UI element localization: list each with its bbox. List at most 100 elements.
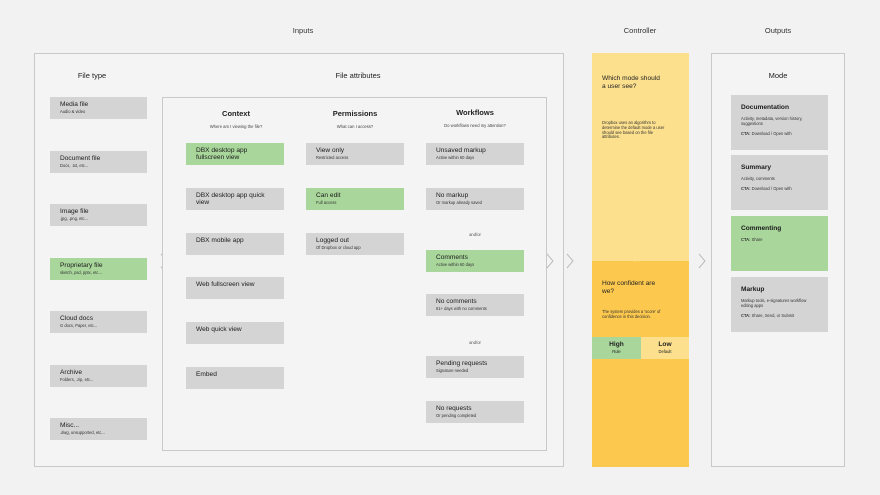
file-type-card-title: Proprietary file (60, 262, 103, 269)
workflow-card-title: Pending requests (436, 360, 488, 367)
mode-card-cta-label: CTA: (741, 186, 751, 191)
context-card-title: Web fullscreen view (196, 281, 255, 288)
permission-card-title: Can edit (316, 192, 341, 199)
workflow-card-title: No comments (436, 298, 477, 305)
permission-card-title: View only (316, 147, 345, 154)
permission-card-subtitle: Full access (316, 200, 337, 205)
mode-card-description: Markup tools, e-signatures workflow edit… (741, 298, 807, 308)
file-type-card-title: Misc... (60, 422, 80, 429)
mode-card-cta: CTA: Download / Open with (741, 131, 818, 136)
inputs-header: Inputs (292, 26, 314, 35)
context-card: DBX desktop app fullscreen view (186, 143, 284, 165)
workflow-card: Comments Active within 60 days (426, 250, 524, 272)
mode-card-cta: CTA: Share, Send, or Submit (741, 313, 818, 318)
mode-card-title: Summary (741, 164, 772, 171)
workflows-title: Workflows (456, 108, 494, 117)
workflow-card-subtitle: Active within 60 days (436, 262, 475, 267)
context-card-title: DBX desktop app quick view (196, 192, 265, 206)
workflow-card-title: Comments (436, 254, 468, 261)
file-type-card-title: Archive (60, 369, 82, 376)
file-type-card: Media file Audio & video (50, 97, 147, 119)
context-question: Where am I viewing the file? (209, 124, 263, 129)
context-card-title: Web quick view (196, 326, 242, 333)
workflow-card-subtitle: Active within 60 days (436, 155, 475, 160)
context-card: Embed (186, 367, 284, 389)
permissions-question: What can I access? (336, 124, 374, 129)
file-type-card-title: Document file (60, 155, 101, 162)
file-type-card-title: Cloud docs (60, 315, 93, 322)
permission-card-subtitle: Restricted access (316, 155, 349, 160)
file-type-card: Misc... .dwg, unsupported, etc... (50, 418, 147, 440)
mode-card-cta-value: Share, Send, or Submit (751, 313, 795, 318)
outputs-header: Outputs (764, 26, 792, 35)
file-type-card-title: Media file (60, 101, 89, 108)
permission-card-title: Logged out (316, 237, 350, 244)
mode-card-cta-label: CTA: (741, 313, 751, 318)
andor-label: and/or (469, 232, 481, 237)
permissions-title: Permissions (332, 109, 378, 118)
chevron-right-icon (698, 253, 706, 269)
confidence-low-title: Low (658, 341, 672, 348)
workflow-card-title: No markup (436, 192, 469, 199)
file-type-card: Image file .jpg, .png, etc... (50, 204, 147, 226)
controller-question-mode: Which mode should a user see? (602, 75, 660, 90)
file-type-card-subtitle: .jpg, .png, etc... (60, 216, 88, 221)
mode-card-cta: CTA: Download / Open with (741, 186, 818, 191)
mode-card: Commenting CTA: Share (731, 216, 828, 271)
file-type-card-title: Image file (60, 208, 89, 215)
context-card: Web fullscreen view (186, 277, 284, 299)
mode-card-cta-value: Download / Open with (751, 131, 792, 136)
confidence-high-sub: Rule (612, 349, 621, 354)
mode-card-description: Activity, comments (741, 176, 775, 181)
context-card: DBX desktop app quick view (186, 188, 284, 210)
file-type-card: Cloud docs G docs, Paper, etc... (50, 311, 147, 333)
file-type-title: File type (77, 71, 107, 80)
mode-card-cta-label: CTA: (741, 131, 751, 136)
workflows-question: Do workflows need my attention? (444, 123, 506, 128)
mode-card-title: Commenting (741, 225, 782, 232)
file-type-card-subtitle: .dwg, unsupported, etc... (60, 430, 105, 435)
andor-label: and/or (469, 340, 481, 345)
file-attributes-title: File attributes (335, 71, 381, 80)
workflow-card: No comments 61+ days with no comments (426, 294, 524, 316)
context-card: DBX mobile app (186, 233, 284, 255)
confidence-high: High Rule (592, 337, 641, 359)
workflow-card: No markup Or markup already saved (426, 188, 524, 210)
confidence-low: Low Default (641, 337, 689, 359)
context-card-title: DBX mobile app (196, 237, 244, 244)
confidence-high-title: High (609, 341, 624, 348)
context-card: Web quick view (186, 322, 284, 344)
mode-card-title: Documentation (741, 104, 789, 111)
workflow-card-title: Unsaved markup (436, 147, 486, 154)
permission-card: Logged out Of Dropbox or cloud app (306, 233, 404, 255)
workflow-card-title: No requests (436, 405, 472, 412)
permission-card: Can edit Full access (306, 188, 404, 210)
mode-card-cta: CTA: Share (741, 237, 818, 242)
chevron-right-icon (546, 253, 554, 269)
mode-card: Markup Markup tools, e-signatures workflo… (731, 277, 828, 332)
file-type-card-subtitle: Docs, .txt, etc... (60, 163, 89, 168)
mode-card-cta-value: Download / Open with (751, 186, 792, 191)
controller-description-confidence: The system provides a 'score' of confide… (602, 309, 661, 319)
workflow-card-subtitle: Or markup already saved (436, 200, 482, 205)
context-card-title: DBX desktop app fullscreen view (196, 147, 248, 161)
context-title: Context (222, 109, 250, 118)
file-type-card-subtitle: G docs, Paper, etc... (60, 323, 98, 328)
file-type-card-subtitle: Folders, .zip, etc... (60, 377, 94, 382)
workflow-card-subtitle: 61+ days with no comments (436, 306, 487, 311)
workflow-card: No requests Or pending completed (426, 401, 524, 423)
permission-card-subtitle: Of Dropbox or cloud app (316, 245, 361, 250)
permission-card: View only Restricted access (306, 143, 404, 165)
file-type-card: Archive Folders, .zip, etc... (50, 365, 147, 387)
controller-question-confidence: How confident are we? (602, 280, 656, 295)
mode-card-description: Activity, metadata, version history, sug… (741, 116, 803, 126)
down-arrow-icon (628, 255, 642, 262)
file-type-card: Document file Docs, .txt, etc... (50, 151, 147, 173)
mode-card-cta-value: Share (751, 237, 763, 242)
mode-card-title: Markup (741, 286, 765, 293)
context-card-title: Embed (196, 371, 217, 378)
file-type-card-subtitle: sketch, psd, pptx, etc... (60, 270, 102, 275)
mode-card: Documentation Activity, metadata, version… (731, 95, 828, 150)
confidence-low-sub: Default (658, 349, 672, 354)
controller-description-mode: Dropbox uses an algorithm to determine t… (602, 120, 665, 140)
